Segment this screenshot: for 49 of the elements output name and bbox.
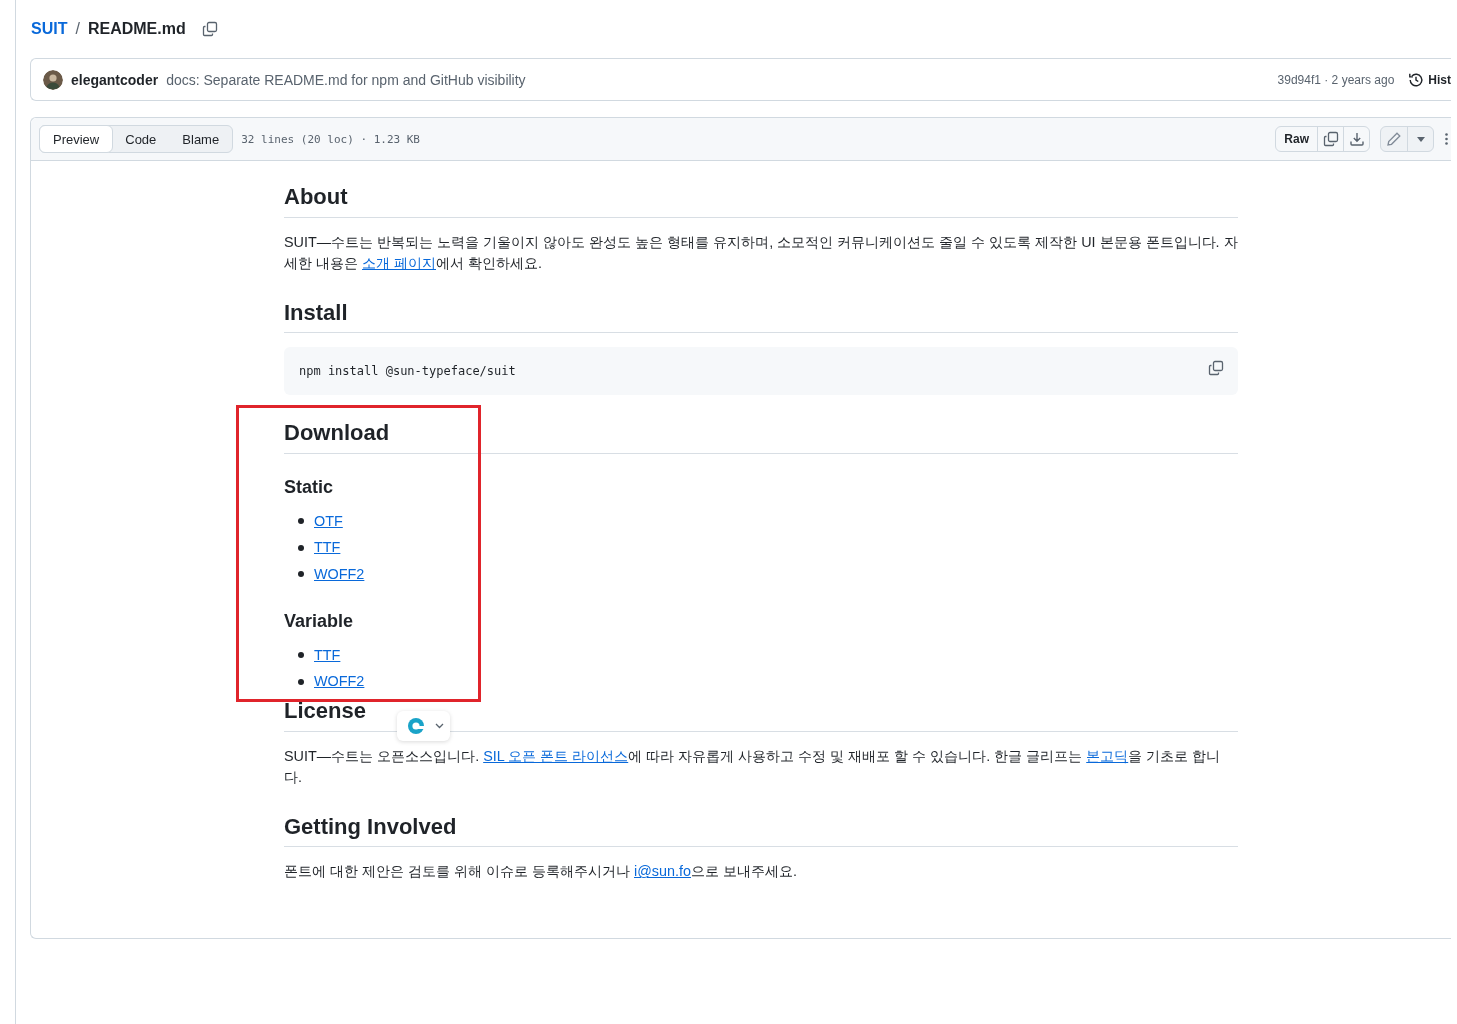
section-heading: Install [284, 298, 1238, 334]
download-icon [1348, 131, 1365, 147]
paragraph: 폰트에 대한 제안은 검토를 위해 이슈로 등록해주시거나 i@sun.fo으로 보내주세요. [284, 862, 798, 882]
commit-message[interactable]: docs: Separate README.md for npm and GitHub visibility [166, 71, 526, 88]
repo-link[interactable]: SUIT [31, 20, 68, 38]
code-text: npm install @sun-typeface/suit [299, 363, 516, 381]
bullet-icon [298, 678, 304, 685]
text-link[interactable]: SIL 오픈 폰트 라이선스 [483, 747, 629, 764]
subheading: Static [284, 475, 335, 499]
paragraph: SUIT—수트는 반복되는 노력을 기울이지 않아도 완성도 높은 형태를 유지하며, 소모적인 커뮤니케이션도 줄일 수 있도록 제작한 UI 본문용 폰트입니다. 자세한 내용은 소개 페이지 에서 확인하세요. [284, 232, 1238, 274]
commit-author[interactable]: elegantcoder [71, 71, 159, 88]
history-icon [1408, 71, 1425, 88]
subheading: Variable [284, 609, 355, 633]
copy-button[interactable] [1208, 360, 1224, 377]
text-link[interactable]: 본고딕 [1086, 747, 1129, 764]
history-button[interactable]: Hist [1408, 71, 1451, 88]
section-heading: Download [284, 419, 1238, 454]
bullet-icon [298, 652, 304, 659]
chevron-down-icon [435, 723, 444, 730]
section-heading: Getting Involved [284, 812, 1238, 848]
text-link[interactable]: 소개 페이지 [362, 255, 436, 272]
download-link[interactable]: WOFF2 [314, 563, 365, 586]
view-tab[interactable]: Preview [39, 125, 114, 153]
pencil-icon [1386, 131, 1402, 147]
text-link[interactable]: i@sun.fo [634, 863, 691, 880]
file-name: README.md [87, 20, 186, 38]
kebab-icon [1445, 133, 1448, 145]
download-link[interactable]: WOFF2 [314, 671, 365, 693]
commit-meta[interactable]: 39d94f1 · 2 years ago [1277, 72, 1395, 87]
download-link[interactable]: TTF [314, 537, 341, 559]
bullet-icon [298, 544, 304, 551]
file-info: 32 lines (20 loc) · 1.23 KB [241, 132, 420, 146]
bullet-icon [298, 518, 304, 525]
view-tab[interactable]: Blame [169, 126, 233, 152]
extension-widget[interactable] [397, 711, 450, 742]
section-heading: About [284, 183, 1238, 218]
view-tab[interactable]: Code [112, 126, 170, 152]
avatar-icon [43, 69, 63, 90]
download-link[interactable]: TTF [314, 644, 341, 667]
bullet-icon [298, 571, 304, 578]
paragraph: SUIT—수트는 오픈소스입니다. SIL 오픈 폰트 라이선스에 따라 자유롭게 사용하고 수정 및 재배포 할 수 있습니다. 한글 글리프는 본고딕 을 기초로 합니다. [284, 746, 1222, 788]
path-separator: / [75, 20, 80, 38]
section-heading: License [284, 697, 1238, 732]
caret-icon [1416, 136, 1425, 142]
extension-logo-icon [407, 717, 425, 736]
copy-icon [201, 21, 218, 37]
copy-icon [1322, 131, 1339, 147]
copy-icon [1208, 360, 1224, 377]
download-link[interactable]: OTF [314, 510, 343, 533]
